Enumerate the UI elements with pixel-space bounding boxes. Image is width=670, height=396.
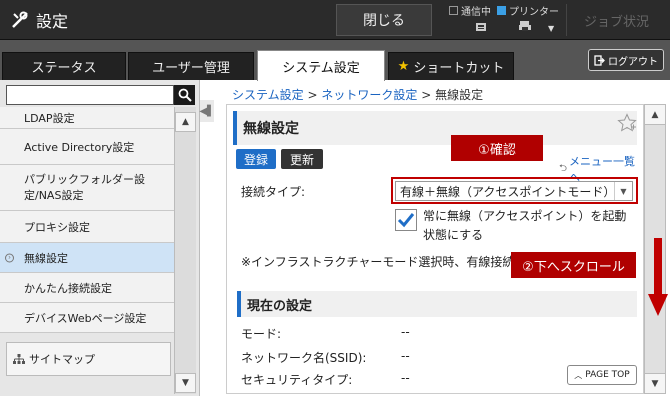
annotation-scroll-down: ②下へスクロール (511, 252, 636, 278)
arrow-down-icon (648, 238, 668, 316)
sidebar-item-label: Active Directory設定 (24, 140, 135, 154)
sidebar-item-label: パブリックフォルダー設定/NAS設定 (24, 172, 145, 202)
communication-icon (476, 23, 486, 31)
tab-status[interactable]: ステータス (2, 52, 126, 80)
tab-shortcut[interactable]: ★ ショートカット (388, 52, 514, 80)
search-icon (178, 88, 192, 102)
top-bar: 設定 閉じる 通信中 プリンター ▼ ジョブ状況 (0, 0, 670, 40)
tab-status-label: ステータス (31, 61, 97, 76)
sidebar-scrollbar[interactable]: ▲ ▼ (174, 107, 196, 394)
checkmark-icon (397, 213, 415, 228)
status-comm-label: 通信中 (461, 7, 491, 18)
sidebar-item-label: デバイスWebページ設定 (24, 311, 147, 325)
breadcrumb: システム設定 > ネットワーク設定 > 無線設定 (232, 86, 483, 103)
always-wireless-checkbox[interactable] (395, 209, 417, 231)
tab-bar: ステータス ユーザー管理 システム設定 ★ ショートカット ログアウト (0, 40, 670, 81)
security-type-value: -- (401, 371, 410, 385)
sitemap-icon (13, 354, 25, 364)
register-button[interactable]: 登録 (236, 149, 276, 169)
sidebar-item-label: LDAP設定 (24, 111, 75, 125)
tab-system-settings-label: システム設定 (282, 60, 360, 76)
current-settings-heading: 現在の設定 (237, 291, 637, 317)
comm-indicator-icon (449, 6, 458, 15)
sidebar-item-label: かんたん接続設定 (24, 281, 112, 295)
page-title: 無線設定 (243, 121, 299, 137)
logout-icon (594, 54, 605, 66)
tools-icon (12, 11, 28, 28)
page-top-button[interactable]: ︿ PAGE TOP (567, 365, 637, 385)
sidebar-item-label: プロキシ設定 (24, 220, 90, 234)
chevron-left-icon: ◀▌ (199, 105, 215, 117)
app-title: 設定 (10, 8, 68, 32)
mode-value: -- (401, 325, 410, 339)
menu-return-icon: ⮌ (559, 162, 568, 174)
breadcrumb-separator: > (421, 88, 432, 102)
section-heading: 無線設定 (233, 111, 637, 145)
star-icon: ★ (397, 59, 410, 74)
breadcrumb-network-settings[interactable]: ネットワーク設定 (321, 88, 417, 102)
logout-label: ログアウト (608, 56, 658, 68)
main-panel: 無線設定 登録 更新 ⮌ メニュー一覧へ 接続タイプ: 有線＋無線（アクセスポイ… (226, 104, 644, 394)
infrastructure-note: ※インフラストラクチャーモード選択時、有線接続 (241, 255, 515, 269)
tab-user-management-label: ユーザー管理 (152, 61, 230, 76)
logout-button[interactable]: ログアウト (588, 49, 664, 71)
sidebar: LDAP設定 Active Directory設定 パブリックフォルダー設定/N… (0, 80, 200, 396)
chevron-down-icon: ▼ (548, 24, 555, 33)
sidebar-item-public-folder[interactable]: パブリックフォルダー設定/NAS設定 (0, 165, 174, 211)
sitemap-label: サイトマップ (29, 353, 95, 366)
mode-label: モード: (241, 327, 282, 341)
current-settings-title: 現在の設定 (247, 298, 313, 314)
page-top-label: PAGE TOP (585, 370, 630, 380)
chevron-up-icon: ︿ (574, 370, 583, 380)
printer-indicator-icon (497, 6, 506, 15)
status-comm: 通信中 (449, 3, 491, 18)
sidebar-nav: LDAP設定 Active Directory設定 パブリックフォルダー設定/N… (0, 107, 174, 333)
sidebar-item-easy-connect[interactable]: かんたん接続設定 (0, 273, 174, 303)
sidebar-item-ldap[interactable]: LDAP設定 (0, 107, 174, 129)
selected-bullet-icon: › (5, 253, 14, 262)
connection-type-label: 接続タイプ: (241, 185, 306, 199)
scroll-down-icon[interactable]: ▼ (175, 373, 196, 393)
tab-system-settings[interactable]: システム設定 (257, 50, 385, 81)
security-type-label: セキュリティタイプ: (241, 373, 353, 387)
breadcrumb-current: 無線設定 (435, 88, 484, 102)
sidebar-search-input[interactable] (6, 85, 174, 105)
sidebar-collapse-handle[interactable]: ◀▌ (199, 100, 215, 122)
app-title-text: 設定 (36, 12, 69, 31)
breadcrumb-separator: > (307, 88, 318, 102)
search-button[interactable] (174, 85, 195, 105)
sidebar-item-wireless[interactable]: › 無線設定 (0, 243, 174, 273)
close-button[interactable]: 閉じる (336, 4, 432, 36)
sidebar-item-device-web-page[interactable]: デバイスWebページ設定 (0, 303, 174, 333)
annotation-highlight-box (391, 177, 638, 204)
tab-user-management[interactable]: ユーザー管理 (128, 52, 254, 80)
sidebar-item-active-directory[interactable]: Active Directory設定 (0, 129, 174, 165)
status-printer: プリンター (497, 3, 559, 18)
tab-shortcut-label: ショートカット (413, 61, 505, 76)
scroll-up-icon[interactable]: ▲ (645, 105, 665, 125)
breadcrumb-system-settings[interactable]: システム設定 (232, 88, 304, 102)
sitemap-button[interactable]: サイトマップ (6, 342, 171, 376)
printer-icon (519, 21, 531, 31)
update-button[interactable]: 更新 (281, 149, 323, 169)
job-status-button[interactable]: ジョブ状況 (566, 4, 666, 36)
status-printer-label: プリンター (509, 7, 559, 18)
ssid-label: ネットワーク名(SSID): (241, 351, 367, 365)
scroll-up-icon[interactable]: ▲ (175, 112, 196, 132)
scroll-down-icon[interactable]: ▼ (645, 373, 665, 393)
annotation-confirm: ①確認 (451, 135, 543, 161)
favorite-star-icon[interactable] (617, 113, 637, 133)
always-wireless-label: 常に無線（アクセスポイント）を起動状態にする (423, 209, 627, 242)
ssid-value: -- (401, 349, 410, 363)
sidebar-item-proxy[interactable]: プロキシ設定 (0, 211, 174, 243)
sidebar-item-label: 無線設定 (24, 251, 68, 265)
